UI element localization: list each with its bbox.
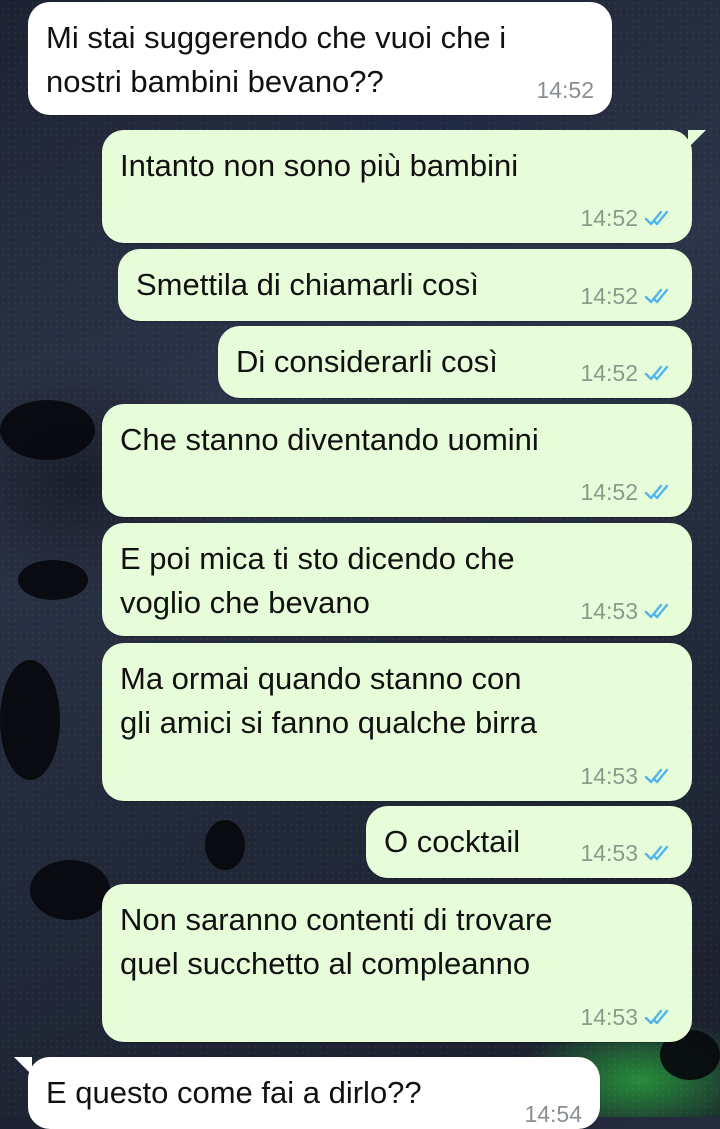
message-text: E questo come fai a dirlo?? (46, 1075, 422, 1110)
double-check-icon (644, 1007, 674, 1027)
message-text: Non saranno contenti di trovare quel suc… (120, 902, 553, 981)
double-check-icon (644, 766, 674, 786)
message-time: 14:53 (580, 840, 638, 866)
message-meta: 14:52 (580, 479, 674, 505)
message-time: 14:52 (536, 77, 594, 103)
message-text: O cocktail (384, 824, 521, 859)
double-check-icon (644, 286, 674, 306)
message-text: E poi mica ti sto dicendo che voglio che… (120, 541, 515, 620)
incoming-message[interactable]: E questo come fai a dirlo?? 14:54 (14, 1057, 600, 1129)
outgoing-message[interactable]: Di considerarli così 14:52 (218, 326, 692, 398)
double-check-icon (644, 843, 674, 863)
message-time: 14:54 (524, 1101, 582, 1127)
message-meta: 14:54 (524, 1101, 582, 1127)
message-time: 14:52 (580, 360, 638, 386)
message-meta: 14:53 (580, 840, 674, 866)
message-text: Che stanno diventando uomini (120, 422, 539, 457)
message-text: Mi stai suggerendo che vuoi che i nostri… (46, 20, 507, 99)
double-check-icon (644, 208, 674, 228)
message-time: 14:52 (580, 479, 638, 505)
message-text: Intanto non sono più bambini (120, 148, 519, 183)
outgoing-message[interactable]: Ma ormai quando stanno con gli amici si … (102, 643, 692, 801)
message-time: 14:53 (580, 598, 638, 624)
double-check-icon (644, 601, 674, 621)
outgoing-message[interactable]: Intanto non sono più bambini 14:52 (102, 130, 706, 243)
message-time: 14:52 (580, 205, 638, 231)
outgoing-message[interactable]: Che stanno diventando uomini 14:52 (102, 404, 692, 517)
wallpaper-drop (0, 400, 95, 460)
message-time: 14:52 (580, 283, 638, 309)
message-meta: 14:53 (580, 598, 674, 624)
wallpaper-drop (18, 560, 88, 600)
message-time: 14:53 (580, 763, 638, 789)
message-text: Di considerarli così (236, 344, 498, 379)
outgoing-message[interactable]: Smettila di chiamarli così 14:52 (118, 249, 692, 321)
wallpaper-drop (30, 860, 110, 920)
incoming-message[interactable]: Mi stai suggerendo che vuoi che i nostri… (28, 2, 612, 115)
message-meta: 14:53 (580, 763, 674, 789)
wallpaper-drop (0, 660, 60, 780)
outgoing-message[interactable]: O cocktail 14:53 (366, 806, 692, 878)
message-text: Ma ormai quando stanno con gli amici si … (120, 661, 537, 740)
message-meta: 14:53 (580, 1004, 674, 1030)
message-meta: 14:52 (580, 205, 674, 231)
double-check-icon (644, 482, 674, 502)
message-text: Smettila di chiamarli così (136, 267, 479, 302)
wallpaper-drop (205, 820, 245, 870)
message-meta: 14:52 (536, 77, 594, 103)
double-check-icon (644, 363, 674, 383)
message-meta: 14:52 (580, 283, 674, 309)
outgoing-message[interactable]: Non saranno contenti di trovare quel suc… (102, 884, 692, 1042)
message-time: 14:53 (580, 1004, 638, 1030)
outgoing-message[interactable]: E poi mica ti sto dicendo che voglio che… (102, 523, 692, 636)
message-meta: 14:52 (580, 360, 674, 386)
